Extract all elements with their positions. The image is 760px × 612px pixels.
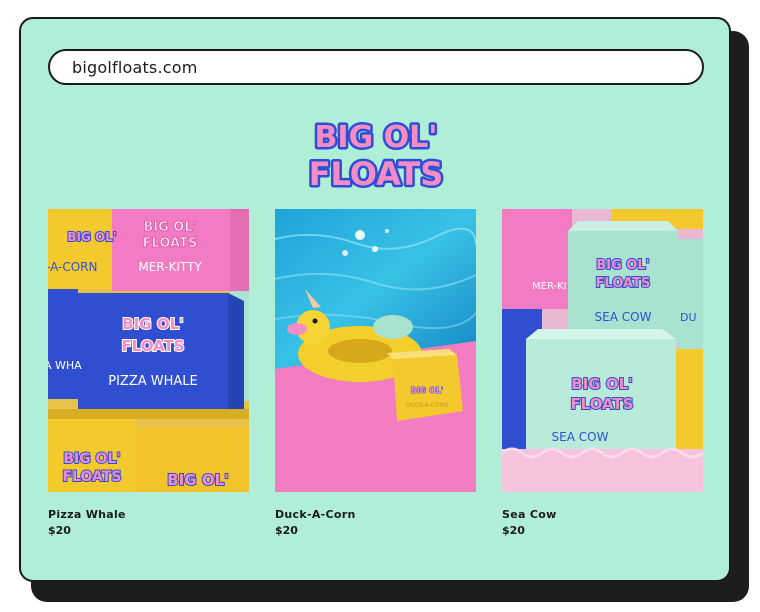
box-label-mer-kitty: MER-KITTY (138, 260, 202, 274)
svg-text:BIG OL': BIG OL' (571, 375, 632, 393)
svg-text:BIG OL': BIG OL' (143, 220, 196, 235)
svg-text:BIG OL': BIG OL' (63, 451, 120, 467)
svg-text:FLOATS: FLOATS (570, 395, 633, 413)
product-price: $20 (48, 524, 71, 537)
box-label-mer-partial: MER-KI (532, 281, 567, 292)
logo-line-1: BIG OL' (315, 120, 438, 155)
svg-text:FLOATS: FLOATS (596, 276, 651, 291)
svg-text:BIG OL': BIG OL' (411, 386, 444, 395)
browser-window: bigolfloats.com BIG OL' FLOATS BIG OL' B… (19, 17, 731, 582)
product-name[interactable]: Sea Cow (502, 508, 703, 522)
product-name[interactable]: Duck-A-Corn (275, 508, 476, 522)
brand-logo[interactable]: BIG OL' FLOATS (302, 113, 450, 194)
product-card-pizza-whale[interactable]: BIG OL' BIG OL' FLOATS MER-KITTY -A-CORN… (48, 209, 249, 538)
svg-text:BIG OL': BIG OL' (167, 471, 228, 489)
product-image-pizza-whale[interactable]: BIG OL' BIG OL' FLOATS MER-KITTY -A-CORN… (48, 209, 249, 492)
product-image-duck-a-corn[interactable]: BIG OL' DUCK-A-CORN (275, 209, 476, 492)
product-price: $20 (502, 524, 525, 537)
logo-line-2: FLOATS (309, 155, 444, 193)
box-label-pizza-whale: PIZZA WHALE (108, 374, 198, 389)
svg-text:FLOATS: FLOATS (143, 236, 198, 251)
box-label-sea-cow-bottom: SEA COW (552, 430, 609, 444)
svg-text:A WHA: A WHA (48, 359, 82, 372)
product-image-sea-cow[interactable]: MER-KI DU BIG OL' FLOATS SEA COW BIG OL'… (502, 209, 703, 492)
svg-text:BIG OL': BIG OL' (67, 230, 116, 244)
product-price: $20 (275, 524, 298, 537)
svg-text:FLOATS: FLOATS (121, 337, 184, 355)
box-label-sea-cow-top: SEA COW (595, 310, 652, 324)
address-bar-url: bigolfloats.com (72, 57, 198, 77)
box-label-duck-a-corn: DUCK-A-CORN (406, 402, 448, 409)
product-name[interactable]: Pizza Whale (48, 508, 249, 522)
product-card-sea-cow[interactable]: MER-KI DU BIG OL' FLOATS SEA COW BIG OL'… (502, 209, 703, 538)
product-card-duck-a-corn[interactable]: BIG OL' DUCK-A-CORN Duck-A-Corn $20 (275, 209, 476, 538)
box-label-duck-partial-2: DU (680, 311, 697, 324)
svg-text:FLOATS: FLOATS (63, 469, 122, 485)
svg-text:BIG OL': BIG OL' (122, 315, 183, 333)
box-label-duck-partial: -A-CORN (48, 260, 97, 274)
address-bar[interactable]: bigolfloats.com (48, 49, 704, 85)
svg-text:BIG OL': BIG OL' (596, 258, 649, 273)
